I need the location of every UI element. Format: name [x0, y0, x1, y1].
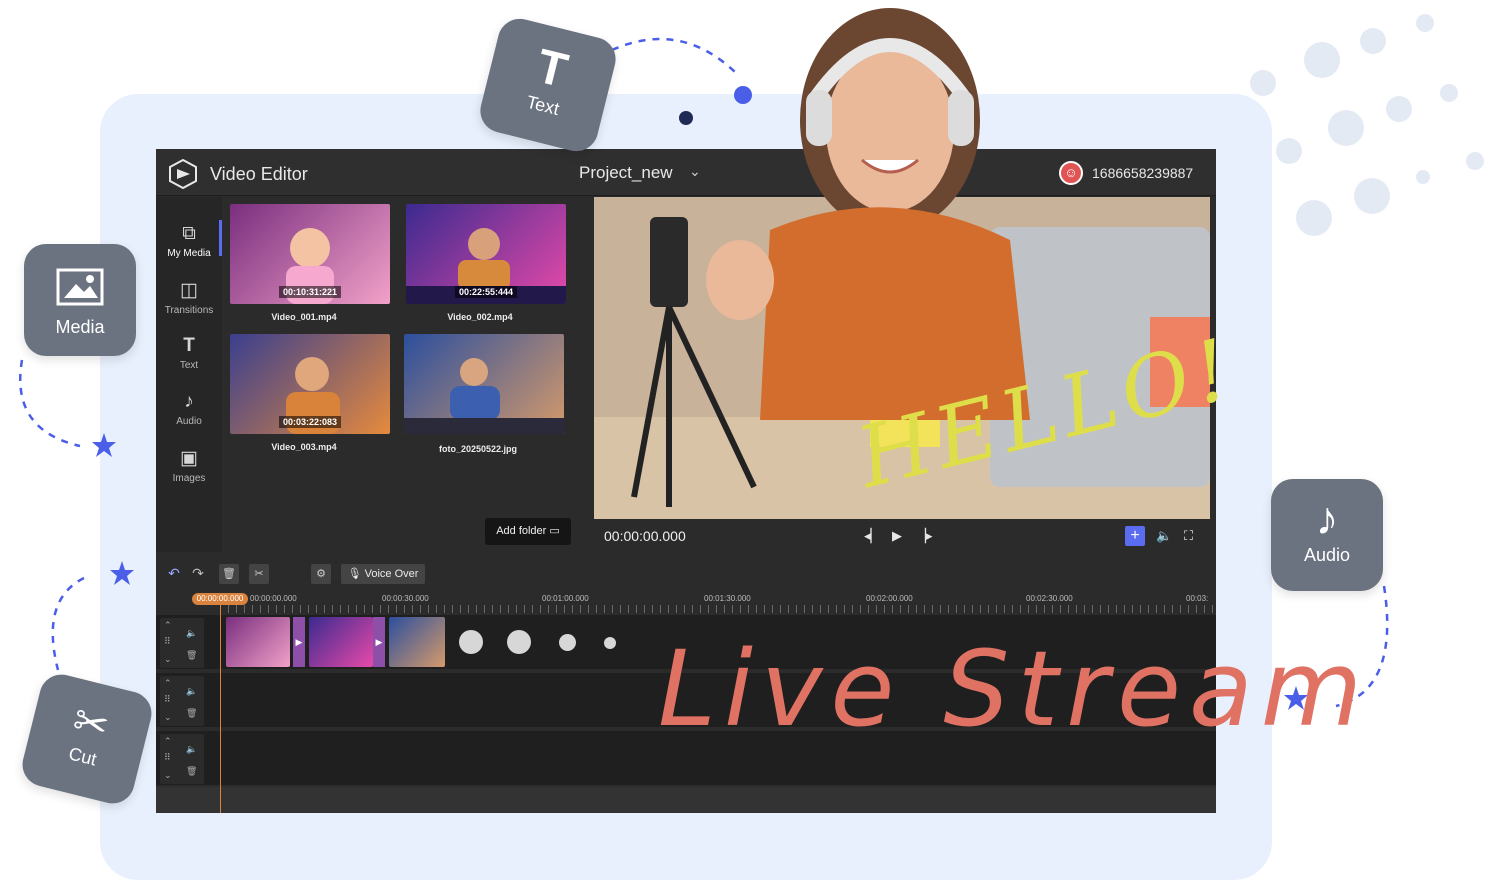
timeline-clip[interactable] [226, 617, 290, 667]
media-name: Video_001.mp4 [271, 312, 337, 322]
sidebar-item-text[interactable]: T Text [156, 335, 222, 371]
ruler-label: 00:03: [1186, 594, 1209, 603]
loading-dot [459, 630, 483, 654]
sidebar-item-transitions[interactable]: ◫ Transitions [156, 279, 222, 316]
sidebar-item-my-media[interactable]: ⧉ My Media [156, 223, 222, 259]
sidebar-item-label: My Media [167, 248, 211, 259]
image-icon [56, 268, 104, 306]
split-icon[interactable]: ✂ [249, 564, 269, 584]
sidebar-item-label: Transitions [164, 305, 214, 316]
media-duration: 00:03:22:083 [278, 416, 342, 428]
chevron-up-icon[interactable]: ⌃ [164, 620, 172, 631]
media-thumb[interactable]: 00:03:22:083 [230, 334, 390, 434]
sidebar: ⧉ My Media ◫ Transitions T Text ♪ Audio … [156, 197, 222, 552]
timeline-toolbar: ↶ ↷ 🗑 ✂ ⚙ 🎙 Voice Over [156, 559, 1216, 589]
sidebar-item-label: Text [179, 360, 199, 371]
track-controls: ⌃ ⠿ ⌄ 🔈 🗑 [160, 618, 204, 668]
image-icon: ▣ [180, 448, 198, 469]
music-note-icon: ♪ [184, 391, 194, 412]
ruler-label: 00:01:00.000 [542, 594, 589, 603]
chevron-up-icon[interactable]: ⌃ [164, 678, 172, 689]
delete-icon[interactable]: 🗑 [219, 564, 239, 584]
undo-icon[interactable]: ↶ [164, 565, 184, 583]
drag-handle-icon[interactable]: ⠿ [164, 636, 171, 647]
add-folder-button[interactable]: Add folder ▭ [485, 518, 571, 545]
timeline-clip[interactable] [309, 617, 373, 667]
media-thumb[interactable] [404, 334, 564, 434]
step-back-icon[interactable]: ◂▏ [864, 528, 881, 544]
media-name: Video_002.mp4 [447, 312, 513, 322]
track-mute-icon[interactable]: 🔈 [186, 744, 197, 755]
settings-icon[interactable]: ⚙ [311, 564, 331, 584]
chevron-down-icon[interactable]: ⌄ [164, 654, 172, 665]
music-note-icon: ♪ [1315, 492, 1339, 544]
track-mute-icon[interactable]: 🔈 [186, 686, 197, 697]
media-card-label: Media [55, 317, 105, 337]
add-to-timeline-button[interactable]: + [1125, 526, 1145, 546]
sidebar-item-audio[interactable]: ♪ Audio [156, 391, 222, 427]
timeline-clip[interactable] [389, 617, 445, 667]
ruler-label: 00:00:00.000 [250, 594, 297, 603]
media-thumb[interactable]: 00:22:55:444 [406, 204, 566, 304]
track-controls: ⌃ ⠿ ⌄ 🔈 🗑 [160, 734, 204, 784]
media-library-icon: ⧉ [182, 223, 196, 244]
timeline-ruler[interactable]: 00:00:00.000 00:00:30.000 00:01:00.000 0… [220, 589, 1216, 613]
preview-controls: 00:00:00.000 ◂▏ ▶ ▕▸ + 🔈 ⛶ [594, 519, 1216, 554]
audio-card-label: Audio [1303, 545, 1351, 565]
ruler-label: 00:02:30.000 [1026, 594, 1073, 603]
playhead-line[interactable] [220, 605, 221, 813]
voice-over-label: Voice Over [364, 568, 419, 580]
preview-timecode: 00:00:00.000 [604, 528, 686, 544]
transitions-icon: ◫ [180, 280, 198, 301]
track-delete-icon[interactable]: 🗑 [186, 650, 197, 661]
drag-handle-icon[interactable]: ⠿ [164, 752, 171, 763]
folder-icon: ▭ [549, 525, 560, 537]
media-name: foto_20250522.jpg [438, 444, 518, 454]
drag-handle-icon[interactable]: ⠿ [164, 694, 171, 705]
track-delete-icon[interactable]: 🗑 [186, 708, 197, 719]
media-duration: 00:22:55:444 [454, 286, 518, 298]
play-icon[interactable]: ▶ [892, 528, 902, 544]
ruler-label: 00:00:30.000 [382, 594, 429, 603]
app-logo-icon [169, 159, 197, 189]
sidebar-item-images[interactable]: ▣ Images [156, 447, 222, 484]
sidebar-item-label: Audio [176, 416, 202, 427]
transition-marker[interactable]: ▶ [293, 617, 305, 667]
track-delete-icon[interactable]: 🗑 [186, 766, 197, 777]
app-title: Video Editor [210, 164, 308, 184]
fullscreen-icon[interactable]: ⛶ [1184, 528, 1193, 544]
transition-marker[interactable]: ▶ [373, 617, 385, 667]
media-thumb-image [404, 358, 564, 434]
media-thumb[interactable]: 00:10:31:221 [230, 204, 390, 304]
ruler-label: 00:02:00.000 [866, 594, 913, 603]
voice-over-button[interactable]: 🎙 Voice Over [341, 564, 425, 584]
media-name: Video_003.mp4 [271, 442, 337, 452]
media-panel: 00:10:31:221 Video_001.mp4 00:22:55:444 … [222, 197, 652, 552]
playhead-time-badge[interactable]: 00:00:00.000 [192, 593, 248, 605]
redo-icon[interactable]: ↷ [188, 565, 208, 583]
microphone-icon: 🎙 [347, 568, 362, 580]
add-folder-label: Add folder [496, 525, 547, 537]
media-duration: 00:10:31:221 [278, 286, 342, 298]
chevron-down-icon[interactable]: ⌄ [164, 770, 172, 781]
audio-feature-card: ♪ Audio [1271, 479, 1383, 591]
loading-dot [604, 637, 616, 649]
track-controls: ⌃ ⠿ ⌄ 🔈 🗑 [160, 676, 204, 726]
text-icon: T [183, 335, 195, 356]
sidebar-item-label: Images [172, 473, 206, 484]
track-mute-icon[interactable]: 🔈 [186, 628, 197, 639]
chevron-down-icon[interactable]: ⌄ [164, 712, 172, 723]
chevron-up-icon[interactable]: ⌃ [164, 736, 172, 747]
loading-dot [507, 630, 531, 654]
volume-icon[interactable]: 🔈 [1156, 528, 1172, 544]
step-forward-icon[interactable]: ▕▸ [916, 528, 933, 544]
loading-dot [559, 634, 576, 651]
live-stream-overlay-text: Live Stream [658, 628, 1370, 750]
timeline-footer [156, 787, 1216, 813]
media-feature-card: Media [24, 244, 136, 356]
ruler-ticks [220, 605, 1216, 613]
ruler-label: 00:01:30.000 [704, 594, 751, 603]
